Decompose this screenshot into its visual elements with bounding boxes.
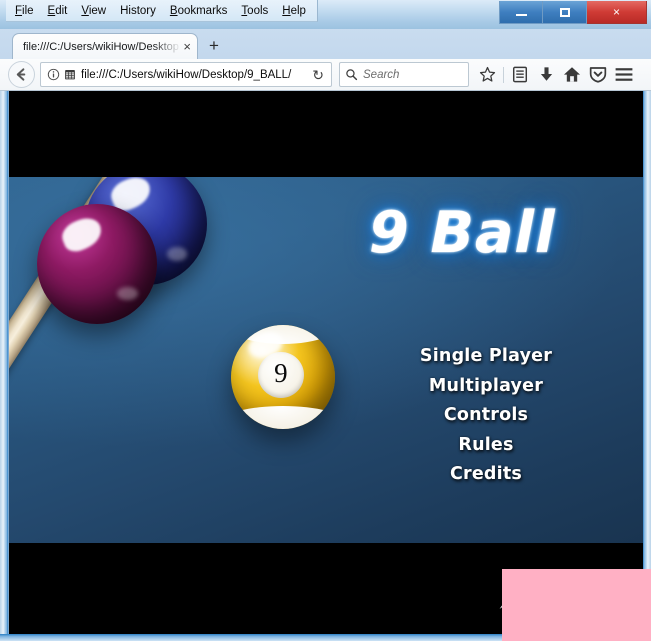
- minimize-icon: [515, 13, 527, 16]
- window-frame-left: [0, 91, 8, 641]
- menu-multiplayer[interactable]: Multiplayer: [369, 372, 603, 402]
- ball-highlight: [58, 213, 106, 255]
- menu-help[interactable]: Help: [275, 1, 313, 21]
- purple-ball: [37, 204, 157, 324]
- hamburger-menu-button[interactable]: [612, 63, 636, 87]
- page-content: 9 9 Ball Single Player Multiplayer Contr…: [8, 91, 643, 634]
- tab-title: file:///C:/Users/wikiHow/Desktop: [23, 40, 179, 53]
- game-stage: 9 9 Ball Single Player Multiplayer Contr…: [9, 177, 643, 543]
- menu-history[interactable]: History: [113, 1, 163, 21]
- reload-button[interactable]: ↻: [310, 68, 326, 82]
- back-button[interactable]: [8, 61, 35, 88]
- maximize-button[interactable]: [543, 1, 587, 24]
- game-title: 9 Ball: [369, 200, 556, 267]
- search-bar[interactable]: Search: [339, 62, 469, 87]
- pocket-button[interactable]: [586, 63, 610, 87]
- home-button[interactable]: [560, 63, 584, 87]
- hamburger-menu-icon: [615, 68, 633, 81]
- tab-active[interactable]: file:///C:/Users/wikiHow/Desktop ×: [12, 33, 198, 59]
- menu-edit[interactable]: Edit: [41, 1, 75, 21]
- window-controls: ×: [499, 1, 647, 25]
- ball-secondary-highlight: [166, 247, 188, 261]
- browser-window: File Edit View History Bookmarks Tools H…: [0, 0, 651, 641]
- nine-ball: 9: [231, 325, 335, 429]
- downloads-icon: [540, 67, 552, 81]
- url-text: file:///C:/Users/wikiHow/Desktop/9_BALL/: [81, 68, 292, 81]
- home-icon: [563, 67, 581, 82]
- game-menu: Single Player Multiplayer Controls Rules…: [369, 342, 603, 490]
- menu-file[interactable]: File: [8, 1, 41, 21]
- library-button[interactable]: [508, 63, 532, 87]
- downloads-button[interactable]: [534, 63, 558, 87]
- menu-rules[interactable]: Rules: [369, 431, 603, 461]
- close-icon: ×: [612, 5, 620, 19]
- bookmark-star-icon: [479, 66, 495, 82]
- toolbar-icons: [475, 63, 636, 87]
- bookmark-star-button[interactable]: [475, 63, 499, 87]
- back-arrow-icon: [16, 68, 26, 81]
- close-button[interactable]: ×: [587, 1, 647, 24]
- info-icon[interactable]: [47, 68, 60, 81]
- window-frame-right: [643, 91, 651, 641]
- menu-bar: File Edit View History Bookmarks Tools H…: [6, 0, 318, 22]
- new-tab-button[interactable]: +: [209, 37, 219, 54]
- page-document-icon: [65, 70, 75, 80]
- pink-overlay-rectangle: [502, 569, 651, 641]
- letterbox-top: [9, 91, 643, 177]
- maximize-icon: [559, 7, 570, 17]
- search-icon: [346, 69, 358, 81]
- page-scrollbar[interactable]: [633, 91, 643, 634]
- tab-close-icon[interactable]: ×: [183, 40, 191, 53]
- navigation-toolbar: file:///C:/Users/wikiHow/Desktop/9_BALL/…: [0, 59, 651, 91]
- library-icon: [512, 66, 528, 83]
- menu-single-player[interactable]: Single Player: [369, 342, 603, 372]
- menu-controls[interactable]: Controls: [369, 401, 603, 431]
- search-placeholder: Search: [363, 68, 400, 81]
- toolbar-separator: [503, 66, 504, 83]
- nine-ball-bottom-stripe: [231, 406, 335, 429]
- menu-bookmarks[interactable]: Bookmarks: [163, 1, 235, 21]
- ball-secondary-highlight: [117, 286, 138, 300]
- menu-view[interactable]: View: [74, 1, 113, 21]
- nine-ball-number: 9: [274, 358, 288, 389]
- nine-ball-top-stripe: [231, 325, 335, 344]
- minimize-button[interactable]: [499, 1, 543, 24]
- menu-credits[interactable]: Credits: [369, 460, 603, 490]
- title-bar: File Edit View History Bookmarks Tools H…: [0, 0, 651, 29]
- url-bar[interactable]: file:///C:/Users/wikiHow/Desktop/9_BALL/…: [40, 62, 332, 87]
- nine-ball-number-circle: 9: [258, 352, 304, 398]
- pocket-shield-icon: [589, 67, 607, 83]
- menu-tools[interactable]: Tools: [234, 1, 275, 21]
- tab-strip: file:///C:/Users/wikiHow/Desktop × +: [0, 29, 651, 59]
